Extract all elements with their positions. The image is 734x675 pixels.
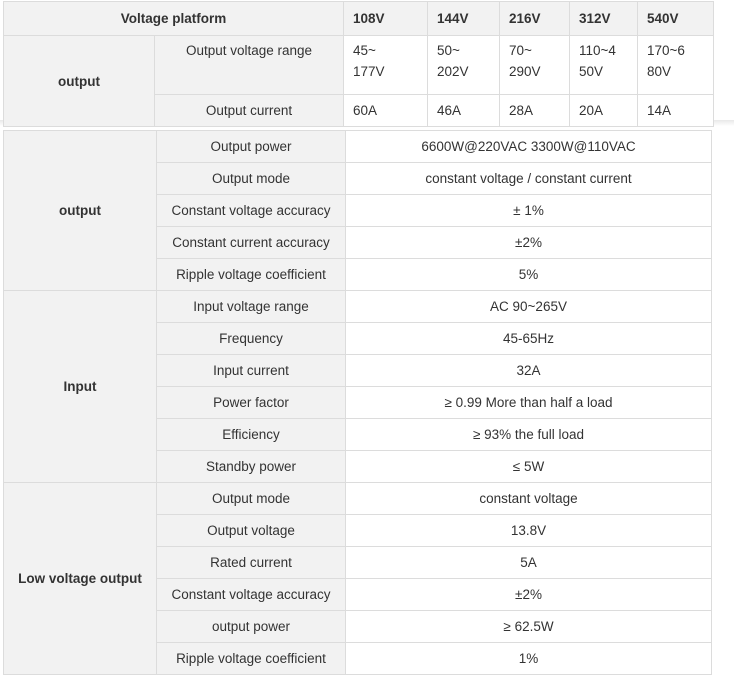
row-label: Ripple voltage coefficient — [156, 642, 346, 675]
table-cell: 14A — [637, 94, 715, 127]
table-row: output Output voltage range 45~ 177V 50~ 2… — [3, 35, 715, 127]
row-label: Frequency — [156, 322, 346, 355]
voltage-header: 216V — [499, 1, 571, 36]
table-cell: 170~6 80V — [637, 35, 715, 95]
row-label: Output mode — [156, 482, 346, 515]
row-label: output power — [156, 610, 346, 643]
table-cell: 70~ 290V — [499, 35, 571, 95]
table-cell: ≥ 93% the full load — [345, 418, 712, 451]
row-label: Rated current — [156, 546, 346, 579]
table-row: Low voltage output Output mode constant vo… — [3, 482, 712, 675]
voltage-header: 144V — [427, 1, 501, 36]
row-label: Standby power — [156, 450, 346, 483]
table-cell: 5% — [345, 258, 712, 291]
voltage-platform-header: Voltage platform — [2, 1, 345, 36]
table-cell: ≥ 62.5W — [345, 610, 712, 643]
table-cell: ± 1% — [345, 194, 712, 227]
row-label: Efficiency — [156, 418, 346, 451]
voltage-platform-table: Voltage platform 108V 144V 216V 312V 540… — [2, 1, 715, 127]
table-row: Input Input voltage range AC 90~265V — [3, 290, 712, 483]
table-cell: 13.8V — [345, 514, 712, 547]
table-cell: 60A — [343, 94, 429, 127]
group-label: output — [3, 130, 157, 291]
group-label: Low voltage output — [3, 482, 157, 675]
row-label: Constant voltage accuracy — [156, 578, 346, 611]
table-cell: 5A — [345, 546, 712, 579]
row-label: Constant current accuracy — [156, 226, 346, 259]
table-cell: AC 90~265V — [345, 290, 712, 323]
row-label: Power factor — [156, 386, 346, 419]
row-label: Input current — [156, 354, 346, 387]
table-cell: 46A — [427, 94, 501, 127]
row-label: Output mode — [156, 162, 346, 195]
table-header-row: Voltage platform 108V 144V 216V 312V 540… — [2, 1, 715, 36]
row-label: Input voltage range — [156, 290, 346, 323]
row-label: Output voltage — [156, 514, 346, 547]
table-cell: ±2% — [345, 578, 712, 611]
row-label: Constant voltage accuracy — [156, 194, 346, 227]
row-label: Output power — [156, 130, 346, 163]
table-cell: ±2% — [345, 226, 712, 259]
table-cell: 6600W@220VAC 3300W@110VAC — [345, 130, 712, 163]
table-cell: 1% — [345, 642, 712, 675]
table-cell: constant voltage / constant current — [345, 162, 712, 195]
table-cell: ≥ 0.99 More than half a load — [345, 386, 712, 419]
table-cell: 50~ 202V — [427, 35, 501, 95]
row-label: Output current — [153, 94, 345, 127]
table-cell: ≤ 5W — [345, 450, 712, 483]
table-cell: 110~4 50V — [569, 35, 639, 95]
table-cell: 45~ 177V — [343, 35, 429, 95]
table-cell: 28A — [499, 94, 571, 127]
table-row: output Output power 6600W@220VAC 3300W@110… — [3, 130, 712, 291]
group-label: Input — [3, 290, 157, 483]
row-label: Output voltage range — [153, 35, 345, 95]
table-cell: constant voltage — [345, 482, 712, 515]
voltage-header: 540V — [637, 1, 715, 36]
voltage-header: 312V — [569, 1, 639, 36]
row-label: Ripple voltage coefficient — [156, 258, 346, 291]
group-label: output — [3, 35, 155, 127]
specifications-table: output Output power 6600W@220VAC 3300W@110… — [3, 130, 712, 675]
table-cell: 45-65Hz — [345, 322, 712, 355]
table-cell: 32A — [345, 354, 712, 387]
voltage-header: 108V — [343, 1, 429, 36]
table-cell: 20A — [569, 94, 639, 127]
